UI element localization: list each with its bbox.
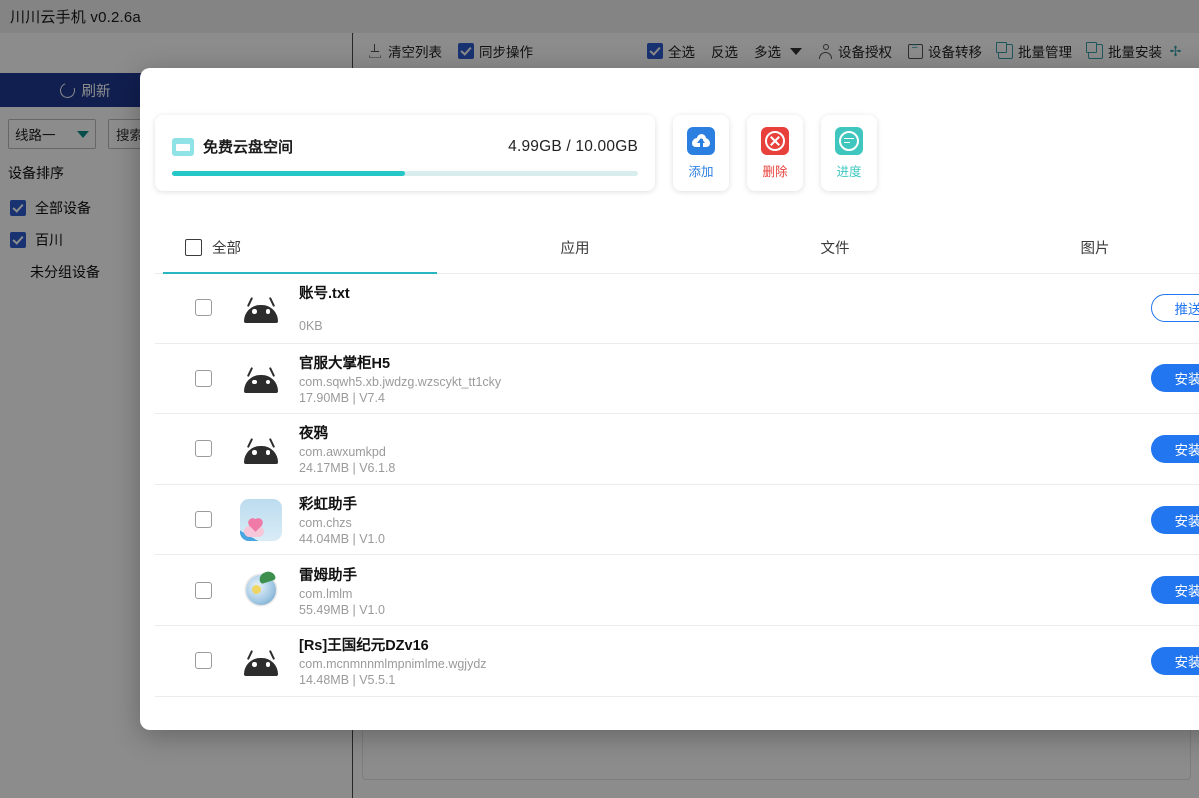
file-row-action: 安装 xyxy=(1151,646,1199,675)
file-detail: 44.04MB | V1.0 xyxy=(299,532,385,547)
file-row[interactable]: 夜鸦 com.awxumkpd 24.17MB | V6.1.8 安装 xyxy=(155,414,1199,485)
file-package: com.sqwh5.xb.jwdzg.wzscykt_tt1cky xyxy=(299,374,502,389)
file-row-action: 安装 xyxy=(1151,434,1199,463)
file-name: 彩虹助手 xyxy=(299,497,357,514)
tab-images[interactable]: 图片 xyxy=(965,221,1199,273)
file-icon xyxy=(239,286,283,330)
file-checkbox[interactable] xyxy=(195,299,212,317)
file-icon xyxy=(239,639,283,683)
tab-files-label: 文件 xyxy=(820,240,850,257)
file-row[interactable]: 彩虹助手 com.chzs 44.04MB | V1.0 安装 xyxy=(155,485,1199,556)
file-meta: 账号.txt 0KB xyxy=(299,282,350,333)
progress-button-label: 进度 xyxy=(836,164,862,179)
tab-all-label: 全部 xyxy=(212,240,241,257)
file-package: com.awxumkpd xyxy=(299,445,386,460)
file-icon xyxy=(239,498,283,542)
quota-progress-track xyxy=(172,171,638,176)
file-package: com.mcnmnnmlmpnimlme.wgjydz xyxy=(299,657,487,672)
install-button[interactable]: 安装 xyxy=(1151,576,1199,605)
file-row-action: 安装 xyxy=(1151,576,1199,605)
file-icon xyxy=(239,568,283,612)
quota-title: 免费云盘空间 xyxy=(203,139,294,156)
tab-apps-label: 应用 xyxy=(560,240,590,257)
delete-circle-icon xyxy=(761,126,789,155)
file-detail: 24.17MB | V6.1.8 xyxy=(299,461,396,476)
file-meta: 雷姆助手 com.lmlm 55.49MB | V1.0 xyxy=(299,564,385,617)
file-name: 账号.txt xyxy=(299,286,350,303)
tab-files[interactable]: 文件 xyxy=(705,221,965,273)
file-meta: 夜鸦 com.awxumkpd 24.17MB | V6.1.8 xyxy=(299,422,395,475)
file-list: 账号.txt 0KB 推送官服大掌柜H5 com.sqwh5.xb.jwdzg.wzs… xyxy=(155,273,1199,697)
file-detail: 17.90MB | V7.4 xyxy=(299,390,385,405)
file-checkbox[interactable] xyxy=(195,511,212,529)
file-name: [Rs]王国纪元DZv16 xyxy=(299,638,429,655)
android-icon xyxy=(241,363,281,394)
cloud-disk-dialog: 免费云盘空间 4.99GB / 10.00GB 添加 删除 进度 全部 应用 文… xyxy=(140,68,1199,730)
lm-app-icon xyxy=(246,569,277,606)
android-icon xyxy=(241,293,281,323)
cloud-quota-card: 免费云盘空间 4.99GB / 10.00GB xyxy=(155,115,655,191)
file-package: com.lmlm xyxy=(299,586,353,601)
push-button[interactable]: 推送 xyxy=(1151,293,1199,322)
cloud-upload-icon xyxy=(687,126,715,155)
quota-and-actions-row: 免费云盘空间 4.99GB / 10.00GB 添加 删除 进度 xyxy=(155,115,877,191)
android-icon xyxy=(241,434,281,464)
file-row[interactable]: 账号.txt 0KB 推送 xyxy=(155,273,1199,344)
file-meta: 彩虹助手 com.chzs 44.04MB | V1.0 xyxy=(299,493,385,546)
tab-images-label: 图片 xyxy=(1080,240,1110,257)
select-all-checkbox[interactable] xyxy=(185,238,202,256)
add-button[interactable]: 添加 xyxy=(673,115,729,191)
file-icon xyxy=(239,427,283,471)
quota-header: 免费云盘空间 4.99GB / 10.00GB xyxy=(172,136,638,157)
file-package: com.chzs xyxy=(299,516,352,531)
file-meta: [Rs]王国纪元DZv16 com.mcnmnnmlmpnimlme.wgjydz… xyxy=(299,634,487,687)
install-button[interactable]: 安装 xyxy=(1151,434,1199,463)
delete-button[interactable]: 删除 xyxy=(747,115,803,191)
file-checkbox[interactable] xyxy=(195,369,212,387)
progress-icon xyxy=(835,126,863,155)
file-checkbox[interactable] xyxy=(195,581,212,599)
rainbow-app-icon xyxy=(240,498,282,541)
file-row-action: 安装 xyxy=(1151,364,1199,393)
file-type-tabs: 全部 应用 文件 图片 xyxy=(155,221,1199,274)
quota-progress-fill xyxy=(172,171,405,176)
file-row[interactable]: [Rs]王国纪元DZv16 com.mcnmnnmlmpnimlme.wgjydz… xyxy=(155,626,1199,697)
install-button[interactable]: 安装 xyxy=(1151,646,1199,675)
file-detail: 14.48MB | V5.5.1 xyxy=(299,673,396,688)
install-button[interactable]: 安装 xyxy=(1151,364,1199,393)
android-icon xyxy=(241,646,281,676)
file-checkbox[interactable] xyxy=(195,652,212,670)
install-button[interactable]: 安装 xyxy=(1151,505,1199,534)
file-detail: 0KB xyxy=(299,319,323,334)
cloud-drive-icon xyxy=(172,137,194,156)
delete-button-label: 删除 xyxy=(762,164,788,179)
tab-all[interactable]: 全部 xyxy=(155,221,445,274)
file-row-action: 推送 xyxy=(1151,293,1199,322)
add-button-label: 添加 xyxy=(688,164,714,179)
file-row[interactable]: 官服大掌柜H5 com.sqwh5.xb.jwdzg.wzscykt_tt1cky… xyxy=(155,344,1199,415)
file-name: 雷姆助手 xyxy=(299,567,357,584)
file-checkbox[interactable] xyxy=(195,440,212,458)
file-name: 官服大掌柜H5 xyxy=(299,355,391,372)
file-row-action: 安装 xyxy=(1151,505,1199,534)
file-name: 夜鸦 xyxy=(299,426,328,443)
file-row[interactable]: 雷姆助手 com.lmlm 55.49MB | V1.0 安装 xyxy=(155,555,1199,626)
tab-apps[interactable]: 应用 xyxy=(445,221,705,273)
file-meta: 官服大掌柜H5 com.sqwh5.xb.jwdzg.wzscykt_tt1cky… xyxy=(299,352,501,405)
file-icon xyxy=(239,356,283,400)
file-detail: 55.49MB | V1.0 xyxy=(299,602,385,617)
progress-button[interactable]: 进度 xyxy=(821,115,877,191)
quota-size-text: 4.99GB / 10.00GB xyxy=(508,137,638,155)
